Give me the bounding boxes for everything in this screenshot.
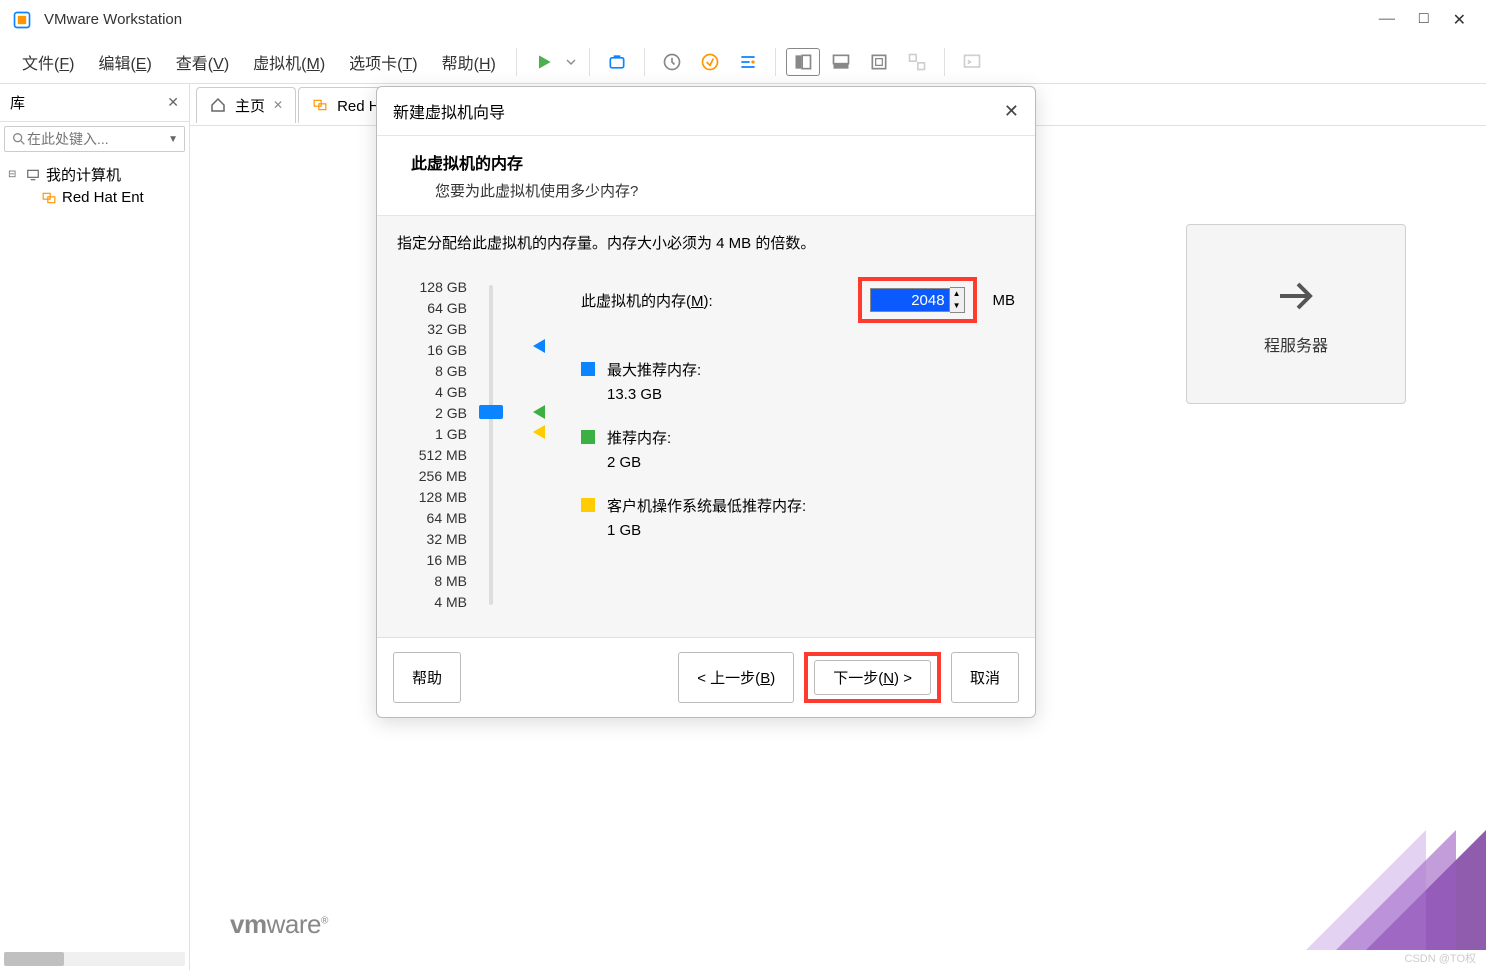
rec-marker-icon	[533, 405, 545, 419]
rec-legend-icon	[581, 430, 595, 444]
app-icon	[12, 10, 32, 30]
max-marker-icon	[533, 339, 545, 353]
expander-icon[interactable]: ⊟	[8, 169, 20, 180]
sidebar-search[interactable]: ▼	[4, 126, 185, 152]
menubar: 文件(F) 编辑(E) 查看(V) 虚拟机(M) 选项卡(T) 帮助(H)	[0, 40, 1486, 84]
min-legend-icon	[581, 498, 595, 512]
min-legend-label: 客户机操作系统最低推荐内存:	[607, 495, 806, 519]
memory-unit: MB	[993, 292, 1016, 309]
vm-icon	[311, 98, 329, 112]
dialog-title: 新建虚拟机向导	[393, 99, 1004, 123]
dialog-instruction: 指定分配给此虚拟机的内存量。内存大小必须为 4 MB 的倍数。	[397, 232, 1015, 253]
memory-scale-labels: 128 GB 64 GB 32 GB 16 GB 8 GB 4 GB 2 GB …	[397, 277, 467, 613]
content-area: 主页 ✕ Red Hat Enterprise Linux 9 64 位 ✕ 程…	[190, 84, 1486, 970]
close-button[interactable]: ✕	[1453, 10, 1466, 30]
tree-root[interactable]: ⊟ 我的计算机	[4, 162, 185, 187]
memory-slider[interactable]	[485, 277, 515, 613]
separator	[589, 48, 590, 76]
fullscreen-button[interactable]	[862, 48, 896, 76]
settings-button[interactable]	[731, 48, 765, 76]
vmware-logo: vmware®	[230, 909, 328, 940]
play-button[interactable]	[527, 48, 561, 76]
minimize-button[interactable]: —	[1379, 10, 1395, 30]
slider-thumb[interactable]	[479, 405, 503, 419]
rec-legend-label: 推荐内存:	[607, 427, 671, 451]
menu-tabs[interactable]: 选项卡(T)	[339, 46, 427, 78]
dialog-close-button[interactable]: ✕	[1004, 101, 1019, 122]
tree-item-label: Red Hat Ent	[62, 189, 144, 206]
menu-vm[interactable]: 虚拟机(M)	[243, 46, 335, 78]
separator	[516, 48, 517, 76]
revert-button[interactable]	[693, 48, 727, 76]
maximize-button[interactable]: □	[1419, 10, 1429, 30]
tab-close-icon[interactable]: ✕	[273, 98, 283, 112]
search-dropdown-icon[interactable]: ▼	[164, 134, 178, 145]
library-tree: ⊟ 我的计算机 Red Hat Ent	[0, 156, 189, 948]
arrow-right-icon	[1272, 272, 1320, 320]
window-controls: — □ ✕	[1379, 10, 1466, 30]
vm-icon	[40, 191, 58, 205]
separator	[944, 48, 945, 76]
play-dropdown[interactable]	[563, 48, 579, 76]
separator	[775, 48, 776, 76]
new-vm-wizard-dialog: 新建虚拟机向导 ✕ 此虚拟机的内存 您要为此虚拟机使用多少内存? 指定分配给此虚…	[376, 86, 1036, 718]
back-button[interactable]: < 上一步(B)	[678, 652, 794, 703]
next-button-highlight: 下一步(N) >	[804, 652, 941, 703]
remote-server-card[interactable]: 程服务器	[1186, 224, 1406, 404]
memory-field-label: 此虚拟机的内存(M):	[581, 290, 713, 311]
window-title: VMware Workstation	[44, 11, 1379, 28]
layout-sidebar-button[interactable]	[786, 48, 820, 76]
memory-markers	[533, 277, 553, 613]
layout-bottom-button[interactable]	[824, 48, 858, 76]
computer-icon	[24, 168, 42, 182]
sidebar-scrollbar[interactable]	[4, 952, 185, 966]
spinner-up-button[interactable]: ▲	[950, 288, 964, 300]
menu-edit[interactable]: 编辑(E)	[88, 46, 161, 78]
sidebar: 库 ✕ ▼ ⊟ 我的计算机 Red Hat Ent	[0, 84, 190, 970]
memory-input-highlight: ▲ ▼	[858, 277, 977, 323]
sidebar-title: 库	[10, 92, 167, 113]
decorative-triangles	[1306, 810, 1486, 950]
min-legend-value: 1 GB	[607, 519, 806, 543]
dialog-subheading: 您要为此虚拟机使用多少内存?	[411, 180, 1015, 201]
tab-home-label: 主页	[235, 95, 265, 116]
titlebar: VMware Workstation — □ ✕	[0, 0, 1486, 40]
rec-legend-value: 2 GB	[607, 451, 671, 475]
tree-item[interactable]: Red Hat Ent	[4, 187, 185, 208]
clock-button[interactable]	[655, 48, 689, 76]
menu-file[interactable]: 文件(F)	[12, 46, 84, 78]
search-input[interactable]	[27, 131, 164, 147]
sidebar-close-button[interactable]: ✕	[167, 94, 179, 111]
menu-help[interactable]: 帮助(H)	[432, 46, 506, 78]
separator	[644, 48, 645, 76]
tree-root-label: 我的计算机	[46, 164, 121, 185]
unity-button[interactable]	[900, 48, 934, 76]
dialog-heading: 此虚拟机的内存	[411, 150, 1015, 174]
min-marker-icon	[533, 425, 545, 439]
scrollbar-thumb[interactable]	[4, 952, 64, 966]
memory-input[interactable]	[870, 288, 950, 312]
csdn-watermark: CSDN @TO权	[1405, 950, 1476, 966]
console-button[interactable]	[955, 48, 989, 76]
search-icon	[11, 131, 27, 147]
max-legend-value: 13.3 GB	[607, 383, 701, 407]
max-legend-icon	[581, 362, 595, 376]
remote-server-label: 程服务器	[1264, 332, 1328, 356]
spinner-down-button[interactable]: ▼	[950, 300, 964, 312]
max-legend-label: 最大推荐内存:	[607, 359, 701, 383]
next-button[interactable]: 下一步(N) >	[814, 660, 931, 695]
tab-home[interactable]: 主页 ✕	[196, 87, 296, 123]
cancel-button[interactable]: 取消	[951, 652, 1019, 703]
snapshot-button[interactable]	[600, 48, 634, 76]
help-button[interactable]: 帮助	[393, 652, 461, 703]
menu-view[interactable]: 查看(V)	[166, 46, 239, 78]
home-icon	[209, 96, 227, 114]
